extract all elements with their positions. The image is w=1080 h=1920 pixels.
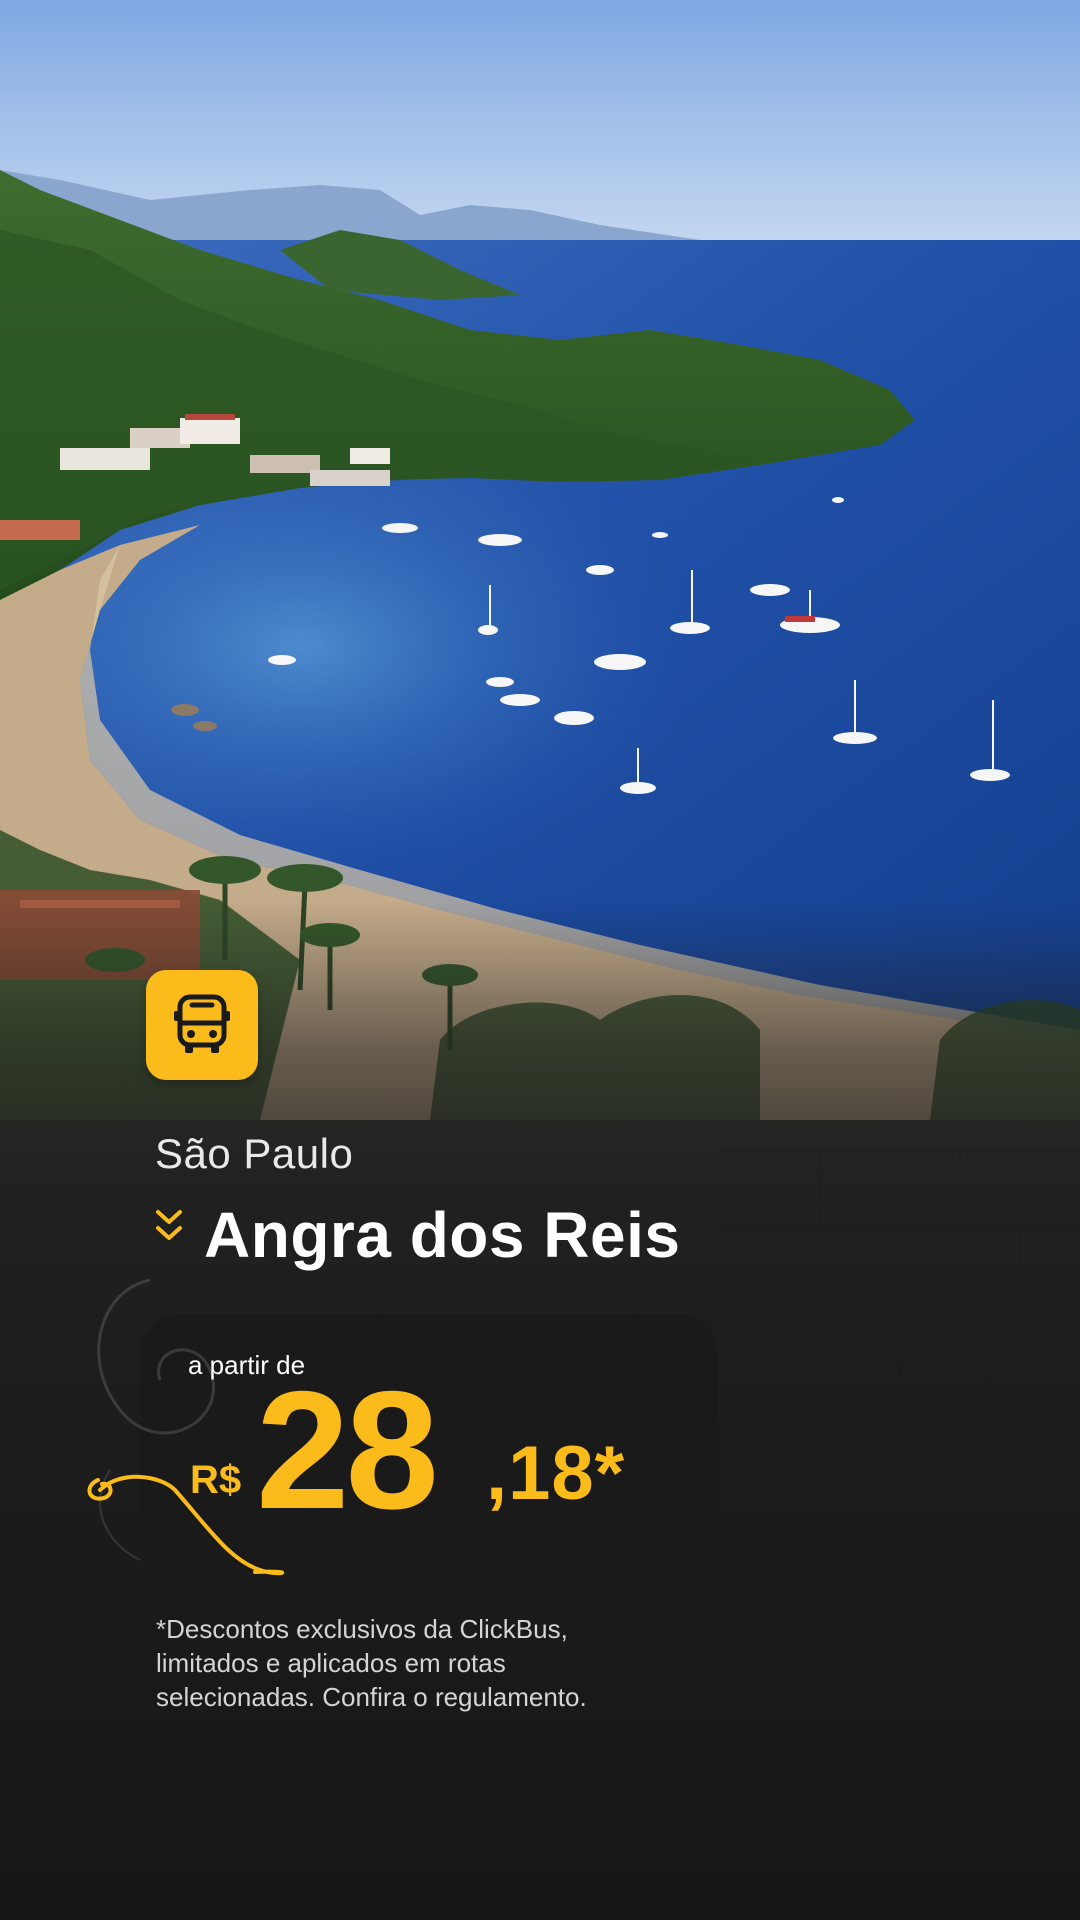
- bus-badge: [146, 970, 258, 1080]
- origin-city: São Paulo: [155, 1130, 354, 1177]
- price-currency: R$: [190, 1458, 242, 1502]
- price-cents: ,18*: [486, 1431, 626, 1516]
- disclaimer-line: *Descontos exclusivos da ClickBus,: [156, 1614, 568, 1644]
- price-integer: 28: [256, 1356, 439, 1544]
- bus-icon: [174, 994, 230, 1053]
- disclaimer-line: selecionadas. Confira o regulamento.: [156, 1682, 587, 1712]
- disclaimer: *Descontos exclusivos da ClickBus, limit…: [156, 1612, 716, 1714]
- disclaimer-line: limitados e aplicados em rotas: [156, 1648, 506, 1678]
- promo-story: São Paulo Angra dos Reis a partir de R$ …: [0, 0, 1080, 1920]
